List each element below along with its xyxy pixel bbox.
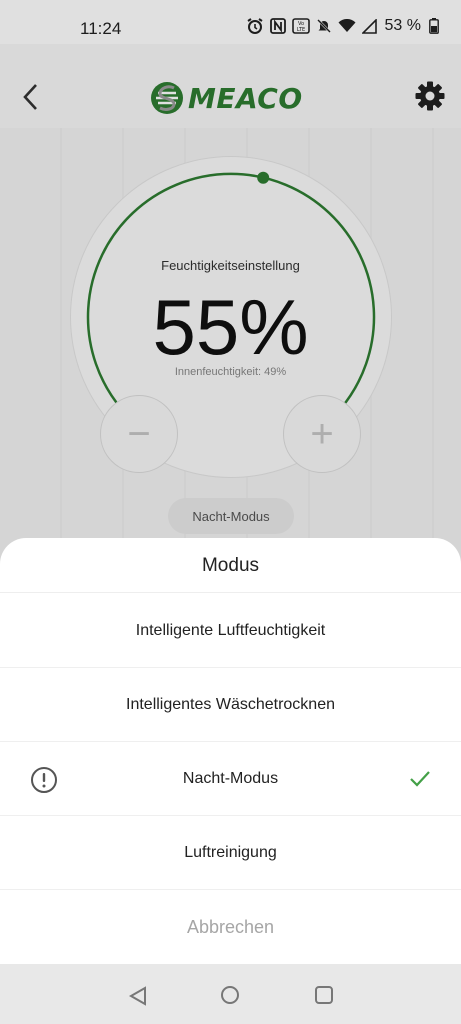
sheet-title: Modus: [201, 555, 260, 576]
mode-sheet: Modus Intelligente Luftfeuchtigkeit Inte…: [0, 538, 461, 964]
option-air-purification[interactable]: Luftreinigung: [0, 816, 461, 890]
system-nav-bar: [0, 964, 461, 1024]
option-label: Nacht-Modus: [182, 770, 279, 787]
option-label: Luftreinigung: [184, 844, 277, 861]
divider: [0, 592, 461, 593]
check-icon: [410, 771, 430, 787]
option-label: Intelligentes Wäschetrocknen: [126, 696, 335, 713]
nav-home-icon[interactable]: [220, 985, 240, 1005]
option-laundry-drying[interactable]: Intelligentes Wäschetrocknen: [0, 668, 461, 742]
option-smart-humidity[interactable]: Intelligente Luftfeuchtigkeit: [0, 594, 461, 668]
cancel-label: Abbrechen: [186, 916, 275, 937]
nav-recents-icon[interactable]: [314, 985, 334, 1005]
nav-back-icon[interactable]: [128, 986, 148, 1006]
option-label: Intelligente Luftfeuchtigkeit: [135, 622, 326, 639]
info-icon[interactable]: [30, 766, 58, 794]
option-night-mode[interactable]: Nacht-Modus: [0, 742, 461, 816]
cancel-button[interactable]: Abbrechen: [0, 890, 461, 964]
